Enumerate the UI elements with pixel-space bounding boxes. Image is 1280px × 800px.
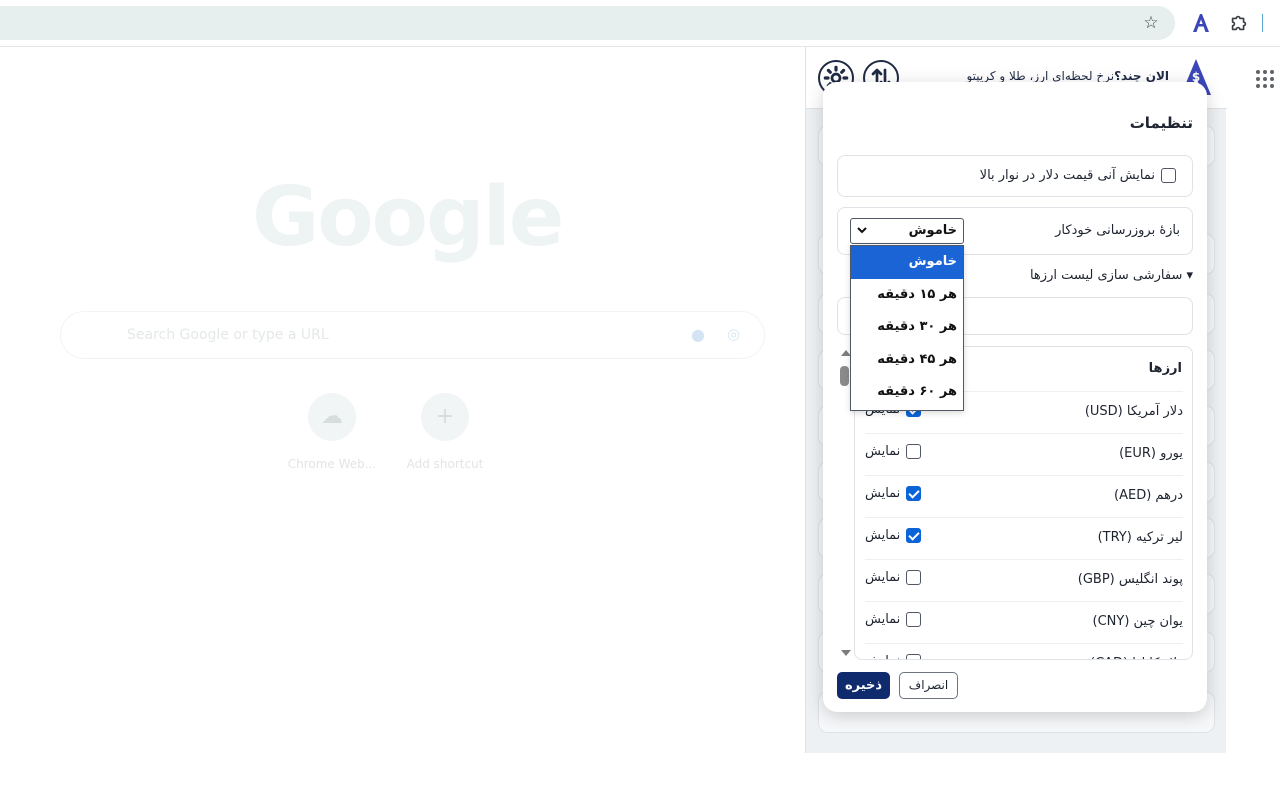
shortcut-label: Chrome Web... bbox=[287, 457, 377, 471]
extension-brand: الان چند؟نرخ لحظه‌ای ارز، طلا و کریپتو bbox=[966, 69, 1169, 83]
currency-name: دلار کانادا (CAD) bbox=[1090, 656, 1183, 659]
toolbar-divider bbox=[1262, 14, 1263, 32]
shortcut-add[interactable]: + Add shortcut bbox=[390, 393, 500, 471]
scrollbar-thumb[interactable] bbox=[840, 366, 849, 386]
scroll-down-arrow-icon[interactable] bbox=[841, 650, 851, 656]
shortcut-chrome-web-store[interactable]: ☁ Chrome Web... bbox=[277, 393, 387, 471]
currency-show-checkbox[interactable] bbox=[906, 528, 922, 543]
currency-show-toggle[interactable]: نمایش bbox=[865, 444, 922, 459]
show-label: نمایش bbox=[865, 612, 901, 627]
currency-show-checkbox[interactable] bbox=[906, 486, 922, 501]
live-price-label[interactable]: نمایش آنی قیمت دلار در نوار بالا bbox=[980, 168, 1176, 183]
currency-row: دلار کانادا (CAD) نمایش bbox=[865, 643, 1183, 659]
dropdown-option[interactable]: هر ۴۵ دقیقه bbox=[851, 344, 963, 377]
google-logo: Google bbox=[252, 170, 564, 265]
bookmark-star-icon[interactable]: ☆ bbox=[1140, 12, 1162, 34]
currency-show-toggle[interactable]: نمایش bbox=[865, 570, 922, 585]
modal-title: تنظیمات bbox=[1129, 114, 1193, 132]
select-value: خاموش bbox=[908, 223, 957, 238]
currency-show-toggle[interactable]: نمایش bbox=[865, 654, 922, 659]
show-label: نمایش bbox=[865, 486, 901, 501]
currency-row: لیر ترکیه (TRY) نمایش bbox=[865, 517, 1183, 559]
dropdown-option[interactable]: هر ۱۵ دقیقه bbox=[851, 279, 963, 312]
refresh-interval-dropdown-list: خاموش هر ۱۵ دقیقه هر ۳۰ دقیقه هر ۴۵ دقیقه هر… bbox=[850, 245, 964, 411]
live-price-text: نمایش آنی قیمت دلار در نوار بالا bbox=[979, 168, 1155, 183]
microphone-icon[interactable]: ● bbox=[691, 325, 705, 345]
dropdown-option[interactable]: هر ۳۰ دقیقه bbox=[851, 311, 963, 344]
screen: ☆ Google Search Google or type a URL ● ◎… bbox=[0, 0, 1280, 800]
currency-name: یوان چین (CNY) bbox=[1092, 614, 1183, 629]
currency-name: دلار آمریکا (USD) bbox=[1084, 404, 1183, 419]
brand-tagline: نرخ لحظه‌ای ارز، طلا و کریپتو bbox=[966, 69, 1115, 83]
currency-row: درهم (AED) نمایش bbox=[865, 475, 1183, 517]
browser-toolbar: ☆ bbox=[0, 0, 1280, 47]
currency-show-checkbox[interactable] bbox=[906, 654, 922, 659]
brand-bold: الان چند؟ bbox=[1114, 69, 1169, 83]
show-label: نمایش bbox=[865, 654, 900, 659]
show-label: نمایش bbox=[865, 444, 901, 459]
currency-row: پوند انگلیس (GBP) نمایش bbox=[865, 559, 1183, 601]
google-apps-icon[interactable] bbox=[1256, 70, 1274, 88]
currency-list-header: ارزها bbox=[1148, 361, 1182, 376]
ntp-search-placeholder: Search Google or type a URL bbox=[127, 327, 329, 343]
show-label: نمایش bbox=[865, 528, 901, 543]
lens-icon[interactable]: ◎ bbox=[727, 325, 745, 345]
customize-currency-list-toggle[interactable]: ▾ سفارشی سازی لیست ارزها bbox=[1030, 268, 1193, 283]
currency-show-toggle[interactable]: نمایش bbox=[865, 486, 922, 501]
refresh-interval-select[interactable]: خاموش bbox=[850, 218, 964, 244]
live-price-option: نمایش آنی قیمت دلار در نوار بالا bbox=[837, 155, 1193, 197]
currency-row: یورو (EUR) نمایش bbox=[865, 433, 1183, 475]
currency-show-checkbox[interactable] bbox=[906, 570, 922, 585]
currency-name: لیر ترکیه (TRY) bbox=[1097, 530, 1183, 545]
refresh-interval-label: بازهٔ بروزرسانی خودکار bbox=[1055, 223, 1180, 238]
currency-name: پوند انگلیس (GBP) bbox=[1077, 572, 1183, 587]
extensions-puzzle-icon[interactable] bbox=[1228, 12, 1250, 34]
currency-name: یورو (EUR) bbox=[1119, 446, 1183, 461]
dropdown-option[interactable]: هر ۶۰ دقیقه bbox=[851, 376, 963, 409]
currency-show-toggle[interactable]: نمایش bbox=[865, 528, 922, 543]
address-bar[interactable] bbox=[0, 6, 1175, 40]
chrome-web-store-icon: ☁ bbox=[308, 393, 356, 441]
shortcut-label: Add shortcut bbox=[406, 457, 484, 471]
save-button[interactable]: ذخیره bbox=[837, 672, 890, 699]
currency-name: درهم (AED) bbox=[1114, 488, 1183, 503]
live-price-checkbox[interactable] bbox=[1161, 168, 1176, 183]
currency-show-checkbox[interactable] bbox=[906, 444, 922, 459]
dropdown-option[interactable]: خاموش bbox=[851, 246, 963, 279]
currency-row: یوان چین (CNY) نمایش bbox=[865, 601, 1183, 643]
ntp-search-box[interactable]: Search Google or type a URL ● ◎ bbox=[60, 311, 765, 359]
chevron-down-icon bbox=[857, 227, 867, 234]
currency-show-toggle[interactable]: نمایش bbox=[865, 612, 922, 627]
show-label: نمایش bbox=[865, 570, 901, 585]
currency-show-checkbox[interactable] bbox=[906, 612, 922, 627]
cancel-button[interactable]: انصراف bbox=[899, 672, 958, 699]
extension-a-icon[interactable] bbox=[1189, 11, 1213, 35]
plus-icon: + bbox=[421, 393, 469, 441]
